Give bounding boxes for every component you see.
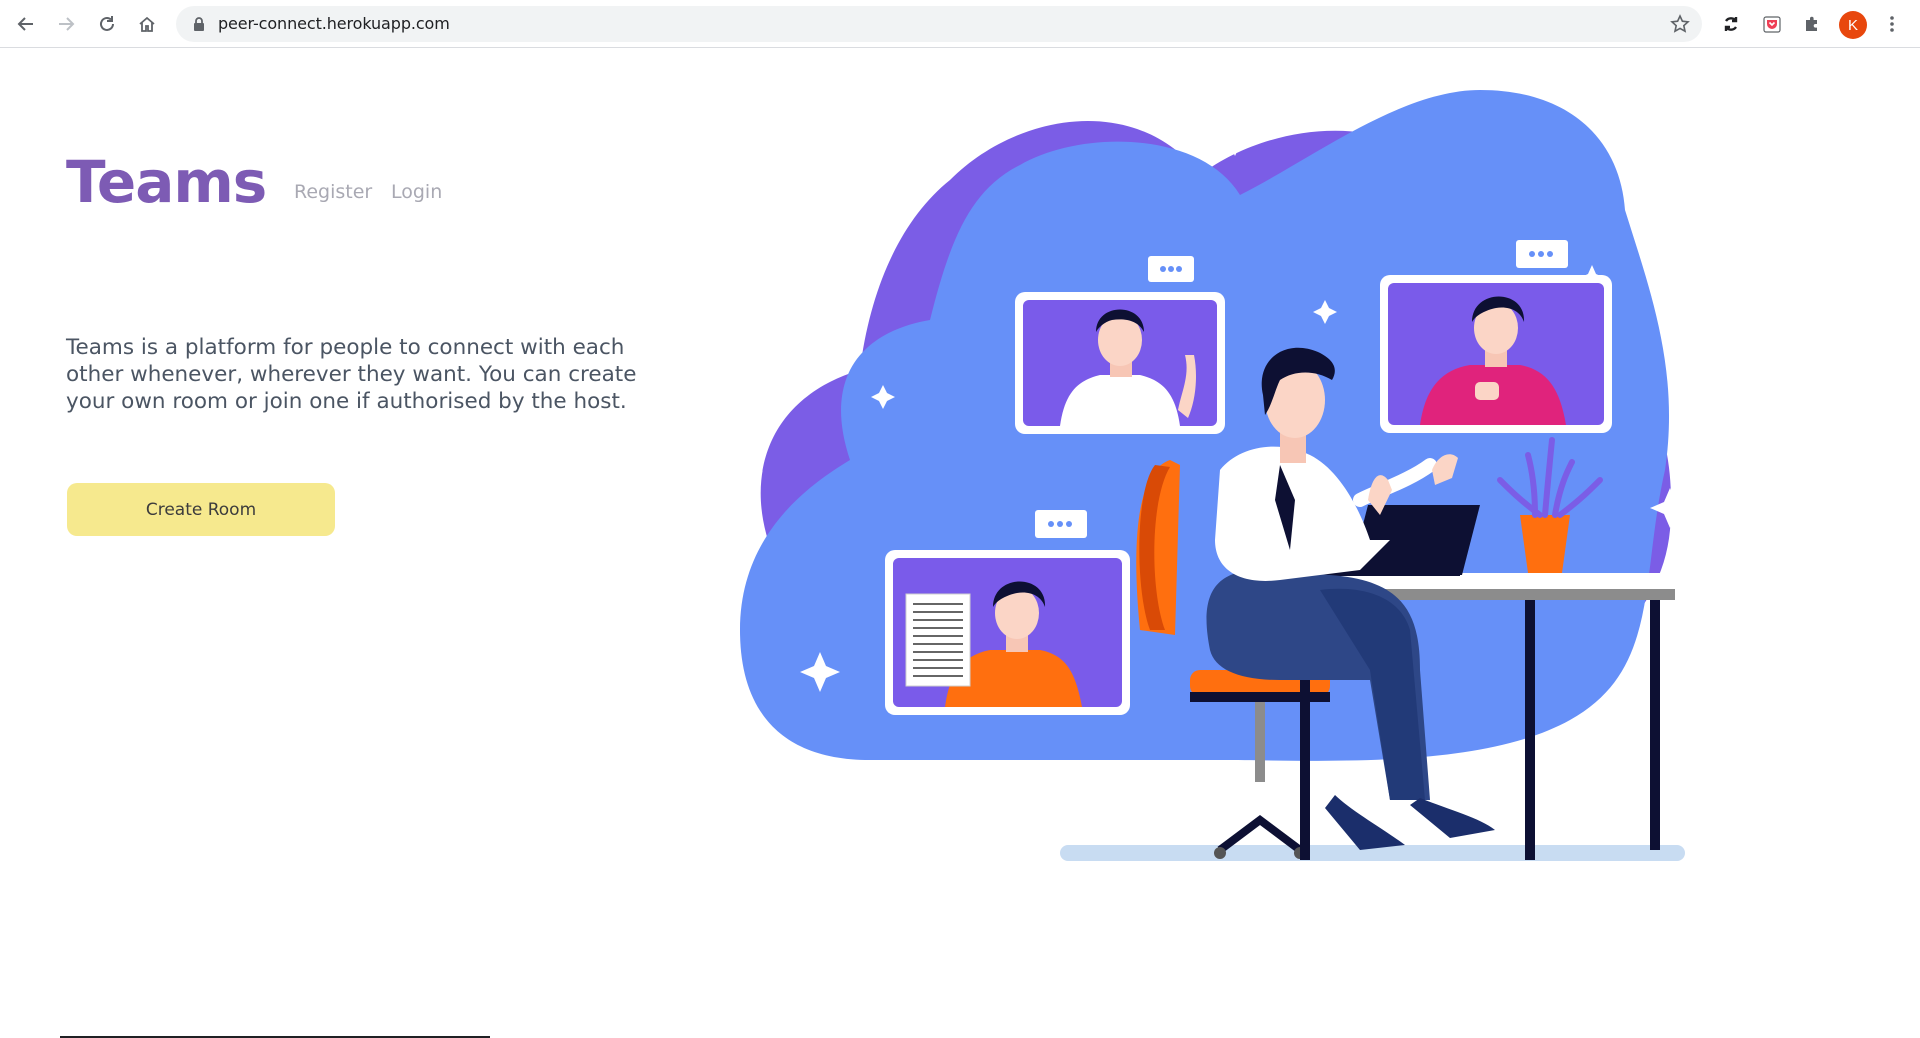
register-link[interactable]: Register — [294, 181, 372, 203]
profile-avatar[interactable]: K — [1839, 11, 1867, 39]
login-link[interactable]: Login — [391, 181, 442, 203]
reload-icon[interactable] — [91, 8, 123, 40]
lock-icon — [194, 17, 204, 31]
back-arrow-icon[interactable] — [10, 8, 42, 40]
forward-arrow-icon[interactable] — [50, 8, 82, 40]
bookmark-star-icon[interactable] — [1670, 14, 1690, 34]
home-icon[interactable] — [131, 8, 163, 40]
browser-toolbar: peer-connect.herokuapp.com K — [0, 0, 1920, 48]
sync-icon[interactable] — [1715, 8, 1747, 40]
create-room-button[interactable]: Create Room — [67, 483, 335, 536]
address-bar[interactable]: peer-connect.herokuapp.com — [176, 6, 1702, 42]
extensions-puzzle-icon[interactable] — [1796, 8, 1828, 40]
url-text: peer-connect.herokuapp.com — [218, 14, 450, 33]
menu-dots-icon[interactable] — [1876, 8, 1908, 40]
brand-logo[interactable]: Teams — [66, 148, 267, 216]
pocket-extension-icon[interactable] — [1756, 8, 1788, 40]
hero-description: Teams is a platform for people to connec… — [66, 334, 637, 414]
video-conference-illustration — [740, 90, 1690, 861]
